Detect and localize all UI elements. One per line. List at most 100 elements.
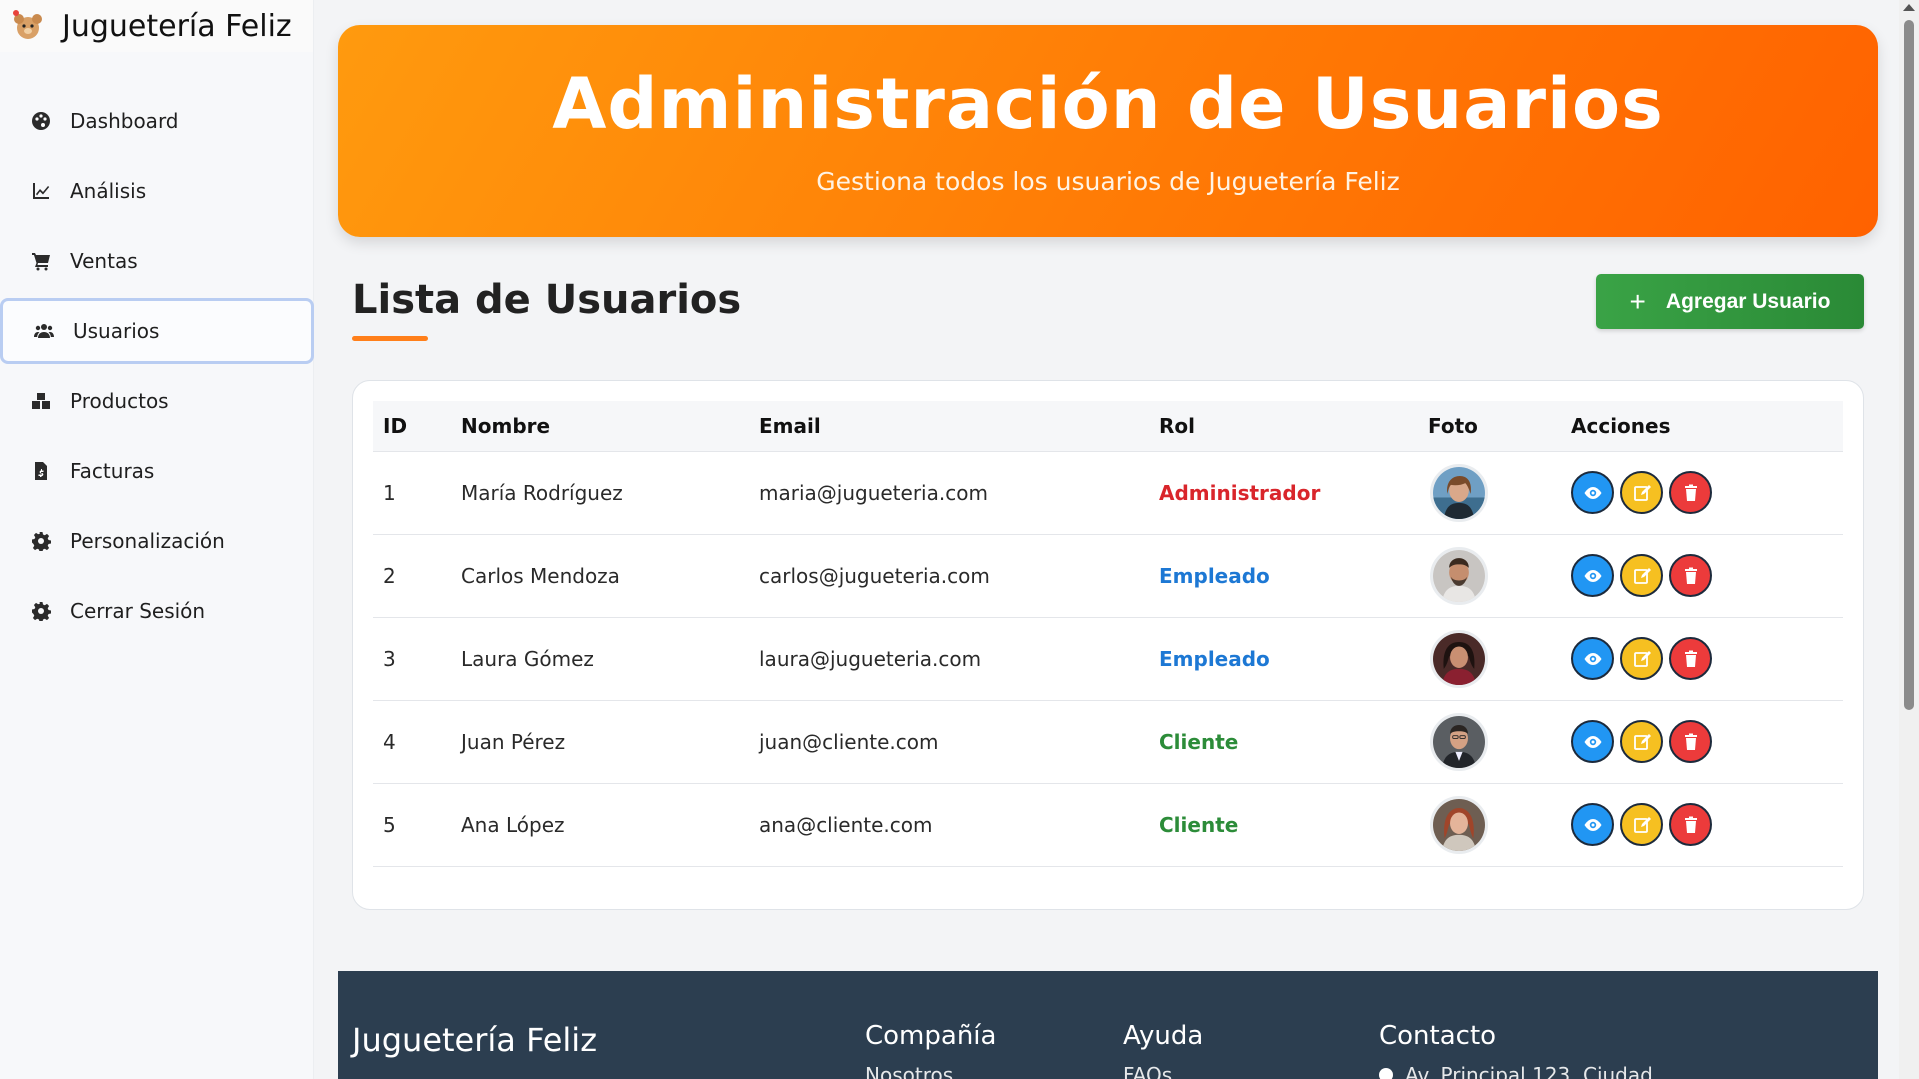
sidebar-item-cerrar-sesion[interactable]: Cerrar Sesión	[0, 578, 313, 644]
delete-button[interactable]	[1669, 471, 1712, 514]
trash-icon	[1684, 484, 1697, 501]
row-actions	[1571, 720, 1843, 763]
edit-button[interactable]	[1620, 554, 1663, 597]
table-row[interactable]: 4 Juan Pérez juan@cliente.com Cliente	[373, 699, 1843, 783]
table-row[interactable]: 1 María Rodríguez maria@jugueteria.com A…	[373, 450, 1843, 534]
scrollbar-thumb[interactable]	[1904, 20, 1914, 710]
trash-icon	[1684, 816, 1697, 833]
table-row[interactable]: 5 Ana López ana@cliente.com Cliente	[373, 782, 1843, 867]
list-header: Lista de Usuarios + Agregar Usuario	[338, 237, 1878, 362]
cell-email: juan@cliente.com	[749, 699, 1149, 783]
cell-id: 1	[373, 450, 451, 534]
cell-photo	[1418, 533, 1561, 617]
view-button[interactable]	[1571, 803, 1614, 846]
sidebar-item-label: Facturas	[70, 459, 155, 483]
cell-id: 5	[373, 782, 451, 867]
sidebar-item-usuarios[interactable]: Usuarios	[0, 298, 314, 364]
eye-icon	[1584, 486, 1601, 499]
boxes-icon	[28, 390, 54, 412]
cell-name: María Rodríguez	[451, 450, 749, 534]
sidebar: Juguetería Feliz Dashboard Análisis Vent…	[0, 0, 314, 1079]
edit-button[interactable]	[1620, 720, 1663, 763]
cell-name: Laura Gómez	[451, 616, 749, 700]
sidebar-item-label: Cerrar Sesión	[70, 599, 206, 623]
invoice-icon	[28, 460, 54, 482]
cell-photo	[1418, 699, 1561, 783]
cell-actions	[1561, 782, 1843, 867]
cell-email: maria@jugueteria.com	[749, 450, 1149, 534]
row-actions	[1571, 471, 1843, 514]
column-header-id[interactable]: ID	[373, 401, 451, 451]
column-header-rol[interactable]: Rol	[1149, 401, 1418, 451]
brand-name: Juguetería Feliz	[62, 8, 292, 44]
sidebar-item-ventas[interactable]: Ventas	[0, 228, 313, 294]
sidebar-item-analisis[interactable]: Análisis	[0, 158, 313, 224]
footer-address-text: Av. Principal 123, Ciudad	[1405, 1063, 1653, 1079]
avatar[interactable]	[1430, 712, 1488, 771]
cell-actions	[1561, 450, 1843, 534]
edit-icon	[1633, 484, 1651, 501]
gear-icon	[28, 530, 54, 552]
main-content: Administración de Usuarios Gestiona todo…	[338, 0, 1878, 1079]
avatar[interactable]	[1430, 795, 1488, 854]
line-chart-icon	[28, 180, 54, 202]
add-user-button[interactable]: + Agregar Usuario	[1596, 274, 1864, 329]
sidebar-item-label: Personalización	[70, 529, 225, 553]
view-button[interactable]	[1571, 720, 1614, 763]
avatar[interactable]	[1430, 463, 1488, 522]
hero-banner: Administración de Usuarios Gestiona todo…	[338, 25, 1878, 237]
teddy-bear-icon	[10, 8, 46, 44]
view-button[interactable]	[1571, 554, 1614, 597]
avatar[interactable]	[1430, 629, 1488, 688]
scrollbar[interactable]	[1899, 0, 1919, 1079]
avatar[interactable]	[1430, 546, 1488, 605]
sidebar-item-productos[interactable]: Productos	[0, 368, 313, 434]
add-user-label: Agregar Usuario	[1665, 289, 1831, 313]
plus-icon: +	[1629, 285, 1646, 317]
table-row[interactable]: 3 Laura Gómez laura@jugueteria.com Emple…	[373, 616, 1843, 700]
scroll-up-arrow[interactable]	[1903, 4, 1915, 11]
trash-icon	[1684, 567, 1697, 584]
cell-photo	[1418, 616, 1561, 700]
table-row[interactable]: 2 Carlos Mendoza carlos@jugueteria.com E…	[373, 533, 1843, 617]
delete-button[interactable]	[1669, 720, 1712, 763]
cell-role: Administrador	[1149, 450, 1418, 534]
cell-role: Cliente	[1149, 782, 1418, 867]
sidebar-item-personalizacion[interactable]: Personalización	[0, 508, 313, 574]
cell-email: ana@cliente.com	[749, 782, 1149, 867]
column-header-nombre[interactable]: Nombre	[451, 401, 749, 451]
cell-email: laura@jugueteria.com	[749, 616, 1149, 700]
sidebar-item-dashboard[interactable]: Dashboard	[0, 88, 313, 154]
trash-icon	[1684, 733, 1697, 750]
delete-button[interactable]	[1669, 637, 1712, 680]
edit-button[interactable]	[1620, 803, 1663, 846]
cell-actions	[1561, 699, 1843, 783]
footer-link-faqs[interactable]: FAQs	[1123, 1063, 1172, 1079]
cell-actions	[1561, 616, 1843, 700]
sidebar-item-facturas[interactable]: Facturas	[0, 438, 313, 504]
cell-photo	[1418, 782, 1561, 867]
edit-button[interactable]	[1620, 637, 1663, 680]
page-subtitle: Gestiona todos los usuarios de Jugueterí…	[816, 167, 1400, 196]
cell-role: Empleado	[1149, 533, 1418, 617]
cell-id: 3	[373, 616, 451, 700]
delete-button[interactable]	[1669, 803, 1712, 846]
footer-link-nosotros[interactable]: Nosotros	[865, 1063, 953, 1079]
sidebar-nav: Dashboard Análisis Ventas Usuarios Produ…	[0, 88, 314, 644]
row-actions	[1571, 637, 1843, 680]
row-actions	[1571, 554, 1843, 597]
palette-icon	[28, 110, 54, 132]
cell-name: Carlos Mendoza	[451, 533, 749, 617]
view-button[interactable]	[1571, 637, 1614, 680]
edit-button[interactable]	[1620, 471, 1663, 514]
sidebar-item-label: Análisis	[70, 179, 147, 203]
delete-button[interactable]	[1669, 554, 1712, 597]
column-header-email[interactable]: Email	[749, 401, 1149, 451]
cell-name: Ana López	[451, 782, 749, 867]
page-title: Administración de Usuarios	[552, 63, 1664, 145]
view-button[interactable]	[1571, 471, 1614, 514]
eye-icon	[1584, 652, 1601, 665]
footer-brand: Juguetería Feliz	[352, 1021, 597, 1059]
brand[interactable]: Juguetería Feliz	[0, 0, 313, 52]
cell-id: 2	[373, 533, 451, 617]
